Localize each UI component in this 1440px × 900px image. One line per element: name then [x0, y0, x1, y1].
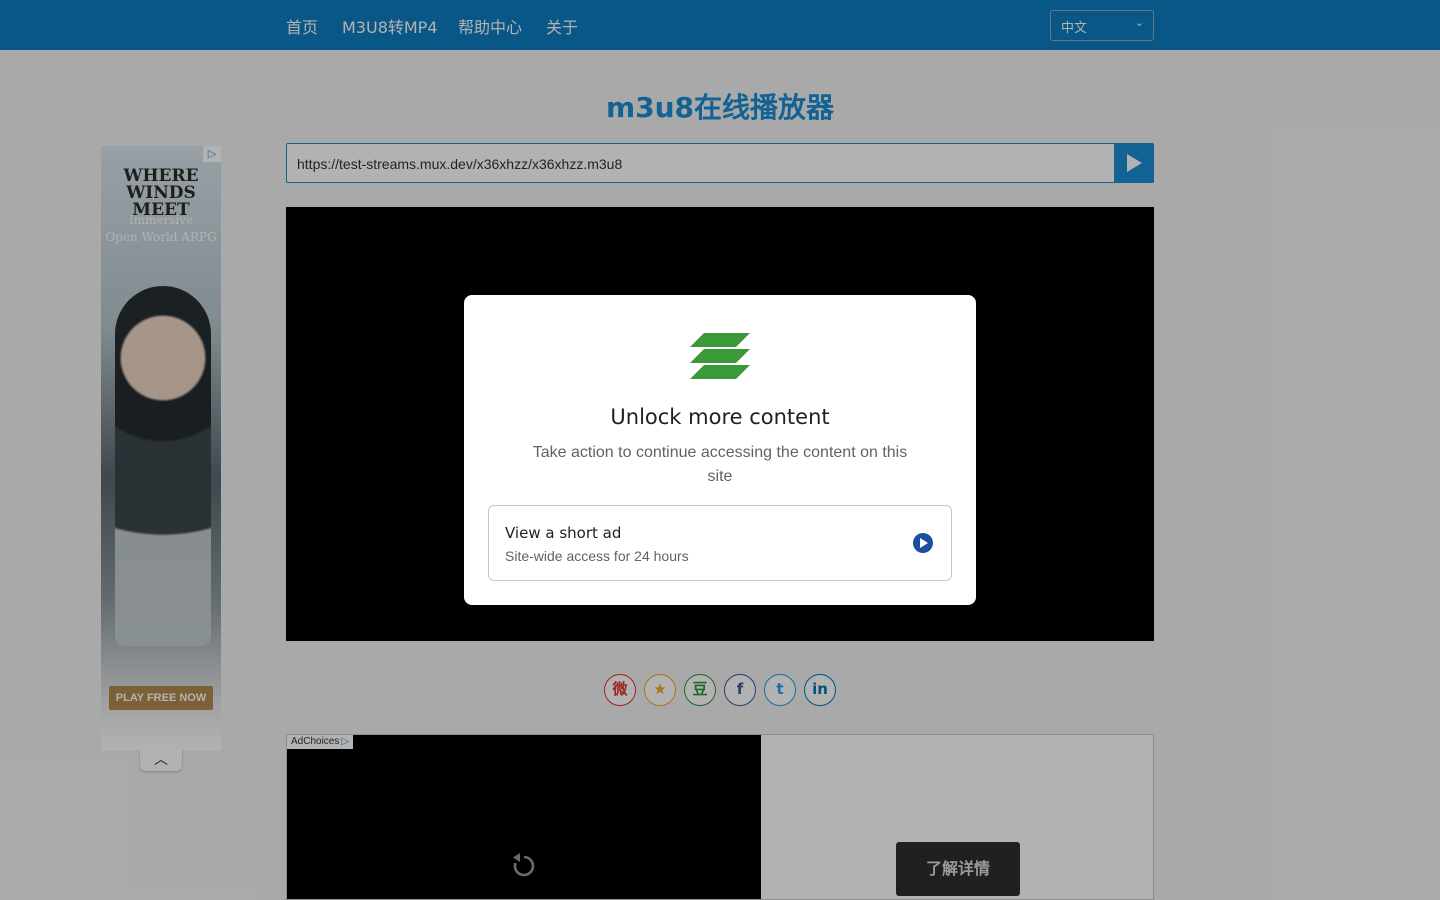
play-circle-icon: [913, 533, 933, 553]
modal-description: Take action to continue accessing the co…: [532, 444, 908, 485]
unlock-content-modal: Unlock more content Take action to conti…: [464, 295, 976, 605]
modal-title: Unlock more content: [610, 405, 830, 429]
view-short-ad-option[interactable]: View a short ad Site-wide access for 24 …: [488, 505, 952, 581]
option-subtitle: Site-wide access for 24 hours: [505, 548, 689, 564]
site-logo-icon: [690, 333, 750, 379]
option-title: View a short ad: [505, 524, 622, 542]
